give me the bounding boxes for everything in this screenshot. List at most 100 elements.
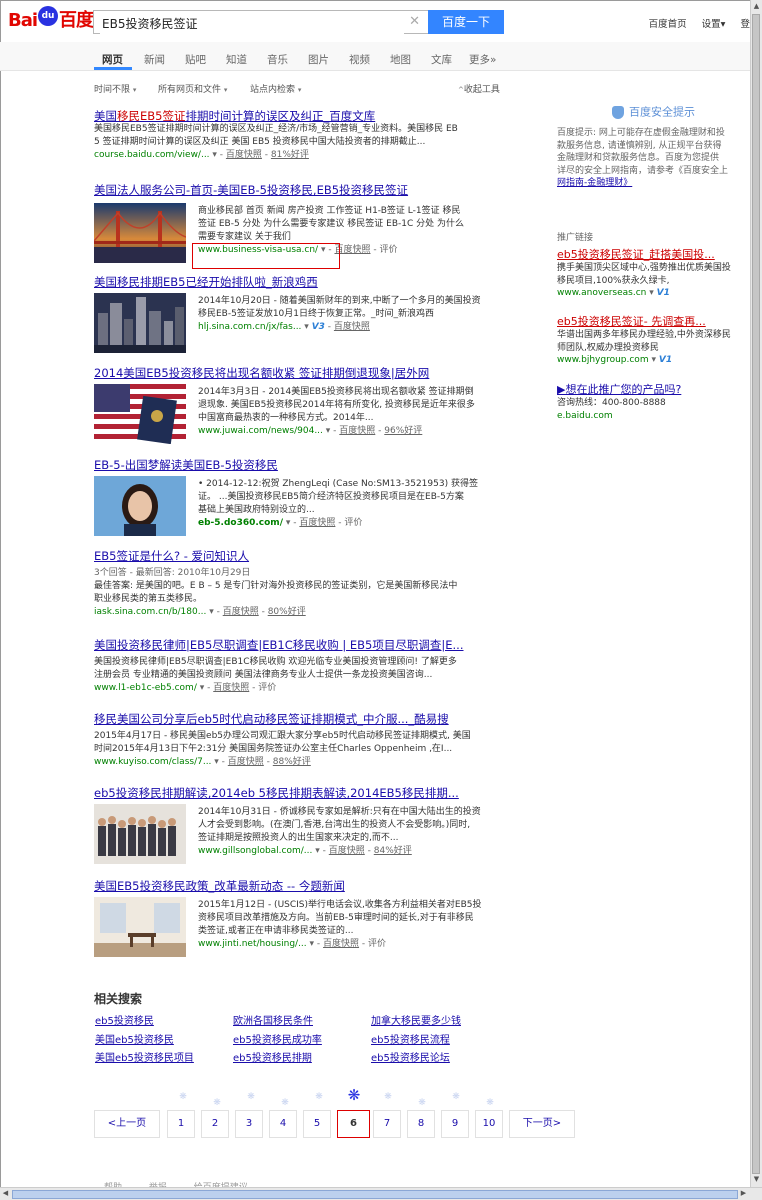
ad-title[interactable]: eb5投资移民签证- 先调查再... (557, 315, 752, 329)
ad-url[interactable]: e.baidu.com (557, 410, 752, 423)
result-url[interactable]: hlj.sina.com.cn/jx/fas... ▾ V3 - 百度快照 (198, 321, 498, 334)
scroll-up-icon[interactable]: ▲ (751, 1, 762, 12)
result-title[interactable]: eb5投资移民排期解读,2014eb 5移民排期表解读,2014EB5移民排期.… (94, 786, 504, 800)
tab-wenku[interactable]: 文库 (431, 52, 452, 67)
safety-guide-link[interactable]: 网指南-金融理财》 (557, 177, 750, 190)
cache-link[interactable]: 百度快照 (329, 846, 365, 856)
search-button[interactable]: 百度一下 (428, 10, 504, 34)
rating-link[interactable]: 80%好评 (268, 607, 306, 617)
result-thumbnail[interactable] (94, 384, 186, 444)
time-filter[interactable]: 时间不限 ▾ (94, 82, 136, 95)
result-title[interactable]: EB-5-出国梦解读美国EB-5投资移民 (94, 458, 504, 472)
result-title[interactable]: 美国投资移民律师|EB5尽职调查|EB1C移民收购 | EB5项目尽职调查|E.… (94, 638, 504, 652)
rating-link[interactable]: 评价 (379, 245, 397, 255)
filetype-filter[interactable]: 所有网页和文件 ▾ (158, 82, 227, 95)
result-title[interactable]: 美国移民排期EB5已经开始排队啦_新浪鸡西 (94, 275, 504, 289)
related-link[interactable]: eb5投资移民 (95, 1012, 154, 1027)
ad-title[interactable]: eb5投资移民签证_赶搭美国投... (557, 248, 752, 262)
tab-more[interactable]: 更多» (469, 52, 496, 67)
tab-video[interactable]: 视频 (349, 52, 370, 67)
cache-link[interactable]: 百度快照 (339, 426, 375, 436)
result-thumbnail[interactable] (94, 203, 186, 263)
page-button[interactable]: 1 (167, 1110, 195, 1138)
result-title[interactable]: 2014美国EB5投资移民将出现名额收紧 签证排期倒退现象|居外网 (94, 366, 504, 380)
tab-news[interactable]: 新闻 (144, 52, 165, 67)
next-page-button[interactable]: 下一页> (509, 1110, 575, 1138)
v3-badge[interactable]: V3 (312, 322, 325, 332)
related-link[interactable]: eb5投资移民排期 (233, 1049, 312, 1064)
rating-link[interactable]: 评价 (368, 939, 386, 949)
result-title[interactable]: 美国EB5投资移民政策_改革最新动态 -- 今题新闻 (94, 879, 504, 893)
rating-link[interactable]: 84%好评 (374, 846, 412, 856)
tab-map[interactable]: 地图 (390, 52, 411, 67)
page-button[interactable]: 3 (235, 1110, 263, 1138)
horizontal-scrollbar[interactable]: ◀ ▶ (0, 1187, 762, 1200)
search-box[interactable]: ✕ (93, 10, 429, 34)
related-link[interactable]: 美国eb5投资移民 (95, 1031, 174, 1046)
related-link[interactable]: eb5投资移民成功率 (233, 1031, 322, 1046)
tab-music[interactable]: 音乐 (267, 52, 288, 67)
cache-link[interactable]: 百度快照 (323, 939, 359, 949)
login-link[interactable]: 登 (740, 19, 750, 30)
result-url[interactable]: www.jinti.net/housing/... ▾ - 百度快照 - 评价 (198, 938, 498, 951)
site-filter[interactable]: 站点内检索 ▾ (250, 82, 301, 95)
rating-link[interactable]: 88%好评 (273, 757, 311, 767)
result-thumbnail[interactable] (94, 897, 186, 957)
scrollbar-thumb[interactable] (12, 1190, 738, 1199)
page-button[interactable]: 8 (407, 1110, 435, 1138)
search-input[interactable] (100, 12, 404, 34)
home-link[interactable]: 百度首页 (649, 19, 687, 30)
v1-badge[interactable]: V1 (659, 355, 672, 365)
related-link[interactable]: 欧洲各国移民条件 (233, 1012, 313, 1027)
tab-web[interactable]: 网页 (102, 52, 123, 67)
page-button[interactable]: 2 (201, 1110, 229, 1138)
promote-link[interactable]: ▶想在此推广您的产品吗? (557, 383, 752, 397)
cache-link[interactable]: 百度快照 (213, 683, 249, 693)
cache-link[interactable]: 百度快照 (228, 757, 264, 767)
prev-page-button[interactable]: <上一页 (94, 1110, 160, 1138)
result-url[interactable]: www.l1-eb1c-eb5.com/ ▾ - 百度快照 - 评价 (94, 682, 499, 695)
page-button[interactable]: 4 (269, 1110, 297, 1138)
result-thumbnail[interactable] (94, 293, 186, 353)
scroll-down-icon[interactable]: ▼ (751, 1174, 762, 1185)
cache-link[interactable]: 百度快照 (299, 518, 335, 528)
result-url[interactable]: www.juwai.com/news/904... ▾ - 百度快照 - 96%… (198, 425, 498, 438)
settings-link[interactable]: 设置▾ (702, 19, 726, 30)
result-url[interactable]: www.kuyiso.com/class/7... ▾ - 百度快照 - 88%… (94, 756, 499, 769)
scroll-right-icon[interactable]: ▶ (738, 1188, 749, 1199)
page-button[interactable]: 9 (441, 1110, 469, 1138)
result-title[interactable]: 美国法人服务公司-首页-美国EB-5投资移民,EB5投资移民签证 (94, 183, 504, 197)
related-link[interactable]: 加拿大移民要多少钱 (371, 1012, 461, 1027)
result-url[interactable]: course.baidu.com/view/... ▾ - 百度快照 - 81%… (94, 149, 504, 162)
rating-link[interactable]: 96%好评 (384, 426, 422, 436)
related-link[interactable]: eb5投资移民论坛 (371, 1049, 450, 1064)
page-button[interactable]: 5 (303, 1110, 331, 1138)
page-button[interactable]: 10 (475, 1110, 503, 1138)
tab-tieba[interactable]: 贴吧 (185, 52, 206, 67)
related-link[interactable]: eb5投资移民流程 (371, 1031, 450, 1046)
page-button[interactable]: 7 (373, 1110, 401, 1138)
rating-link[interactable]: 81%好评 (271, 150, 309, 160)
tab-images[interactable]: 图片 (308, 52, 329, 67)
vertical-scrollbar[interactable]: ▲ ▼ (750, 0, 762, 1188)
baidu-logo[interactable]: Bai du 百度 (8, 6, 94, 32)
collapse-tools[interactable]: ^收起工具 (458, 82, 500, 95)
result-title[interactable]: 美国移民EB5签证排期时间计算的误区及纠正_百度文库 (94, 109, 504, 123)
result-url[interactable]: www.gillsonglobal.com/... ▾ - 百度快照 - 84%… (198, 845, 498, 858)
result-title[interactable]: EB5签证是什么? - 爱问知识人 (94, 549, 504, 563)
v1-badge[interactable]: V1 (657, 288, 670, 298)
tab-zhidao[interactable]: 知道 (226, 52, 247, 67)
related-link[interactable]: 美国eb5投资移民项目 (95, 1049, 194, 1064)
cache-link[interactable]: 百度快照 (223, 607, 259, 617)
rating-link[interactable]: 评价 (344, 518, 362, 528)
cache-link[interactable]: 百度快照 (226, 150, 262, 160)
result-url[interactable]: iask.sina.com.cn/b/180... ▾ - 百度快照 - 80%… (94, 606, 499, 619)
ad-url[interactable]: www.bjhygroup.com ▾ V1 (557, 354, 752, 367)
result-thumbnail[interactable] (94, 804, 186, 864)
result-thumbnail[interactable] (94, 476, 186, 536)
ad-url[interactable]: www.anoverseas.cn ▾ V1 (557, 287, 752, 300)
result-title[interactable]: 移民美国公司分享后eb5时代启动移民签证排期模式_中介服..._酷易搜 (94, 712, 504, 726)
rating-link[interactable]: 评价 (258, 683, 276, 693)
scrollbar-thumb[interactable] (752, 14, 760, 1174)
scroll-left-icon[interactable]: ◀ (0, 1188, 11, 1199)
